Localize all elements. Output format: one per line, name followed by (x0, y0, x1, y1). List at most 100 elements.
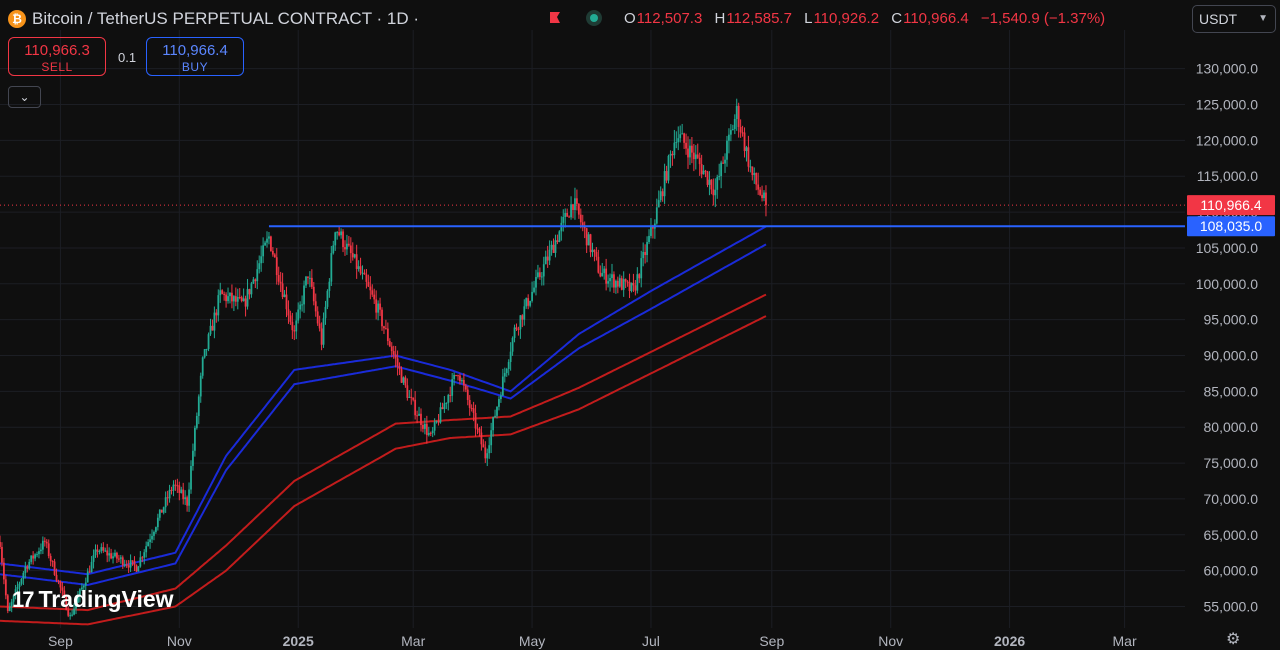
candle-body (275, 257, 278, 276)
candle-body (92, 555, 95, 562)
gear-icon[interactable]: ⚙ (1226, 632, 1242, 648)
candle-body (164, 497, 167, 508)
candle-body (217, 295, 220, 316)
candle-body (681, 133, 684, 135)
candle-body (729, 130, 732, 135)
candle-body (133, 560, 136, 566)
candle-body (482, 444, 485, 448)
candle-body (252, 279, 255, 284)
candle-body (478, 428, 481, 433)
candle-body (488, 445, 491, 454)
candle-body (515, 327, 518, 329)
candle-body (271, 250, 274, 255)
candle-body (425, 423, 428, 436)
candle-body (346, 243, 348, 250)
candle-body (114, 552, 116, 557)
symbol-header[interactable]: ₿ Bitcoin / TetherUS PERPETUAL CONTRACT … (8, 8, 419, 30)
candle-body (155, 527, 157, 532)
candle-body (410, 396, 413, 398)
candle-body (338, 232, 341, 236)
candle-body (45, 541, 48, 544)
candle-body (301, 304, 303, 306)
candle-body (260, 256, 263, 264)
candle-body (593, 249, 596, 252)
price-chart[interactable]: 55,000.0 60,000.0 65,000.0 70,000.0 75,000.0… (0, 0, 1280, 650)
candle-body (591, 249, 594, 253)
candle-body (178, 485, 181, 493)
collapse-button[interactable]: ⌄ (8, 86, 41, 108)
candle-body (427, 432, 430, 436)
candle-body (501, 376, 504, 396)
candle-body (347, 243, 350, 246)
candle-body (613, 274, 615, 288)
candle-body (197, 396, 200, 416)
candle-body (646, 242, 648, 256)
candle-body (630, 282, 633, 292)
sell-button[interactable]: 110,966.3 SELL (8, 37, 106, 76)
candle-body (246, 289, 249, 307)
buy-button[interactable]: 110,966.4 BUY (146, 37, 244, 76)
candle-body (513, 327, 516, 338)
candle-body (316, 311, 319, 324)
candle-body (38, 551, 40, 555)
candle-body (679, 134, 682, 139)
candle-body (445, 402, 448, 404)
y-tick-label: 55,000.0 (1204, 598, 1259, 614)
order-quantity[interactable]: 0.1 (118, 50, 136, 65)
currency-selector[interactable]: USDT ▼ (1192, 5, 1276, 33)
tradingview-mark: 17 (12, 586, 35, 612)
candle-body (663, 171, 666, 197)
candle-body (581, 222, 584, 226)
candle-body (716, 177, 719, 190)
candle-body (386, 328, 389, 342)
candle-body (170, 489, 173, 491)
candle-body (211, 325, 214, 331)
y-tick-label: 85,000.0 (1204, 383, 1259, 399)
candle-body (100, 547, 103, 552)
candle-body (162, 507, 165, 513)
candle-body (669, 153, 672, 156)
candle-body (607, 281, 609, 284)
candle-body (692, 152, 695, 160)
candle-body (765, 192, 767, 206)
candle-body (712, 189, 715, 196)
candle-body (258, 263, 261, 270)
current-price-label: 110,966.4 (1200, 197, 1261, 213)
candle-body (412, 397, 415, 400)
candle-body (127, 565, 130, 568)
candle-body (408, 396, 411, 398)
candle-body (402, 377, 405, 383)
candle-body (180, 489, 183, 493)
candle-body (49, 555, 52, 561)
candle-body (437, 421, 440, 423)
market-status-icon[interactable] (586, 10, 602, 26)
candle-body (431, 430, 434, 434)
candle-body (225, 294, 227, 302)
y-tick-label: 75,000.0 (1204, 455, 1259, 471)
candle-body (642, 251, 645, 259)
candle-body (696, 154, 699, 158)
candle-body (53, 561, 56, 575)
candle-body (390, 346, 393, 352)
candle-body (147, 542, 150, 547)
chevron-down-icon: ▼ (1258, 13, 1268, 24)
candle-body (435, 421, 438, 423)
flag-icon[interactable] (548, 11, 562, 25)
candle-body (110, 553, 112, 559)
candle-body (622, 279, 625, 290)
candle-body (254, 279, 257, 282)
candle-body (340, 231, 342, 236)
candle-body (706, 171, 709, 185)
candle-body (371, 290, 374, 295)
ohlc-high-key: H (714, 10, 726, 27)
candle-body (761, 194, 763, 199)
candle-body (449, 395, 452, 397)
candle-body (32, 555, 35, 559)
candle-body (537, 272, 539, 277)
candle-body (299, 304, 302, 310)
candle-body (603, 268, 606, 274)
candle-body (215, 312, 218, 316)
candle-body (466, 389, 469, 400)
candle-body (420, 413, 422, 425)
candle-body (759, 189, 762, 195)
